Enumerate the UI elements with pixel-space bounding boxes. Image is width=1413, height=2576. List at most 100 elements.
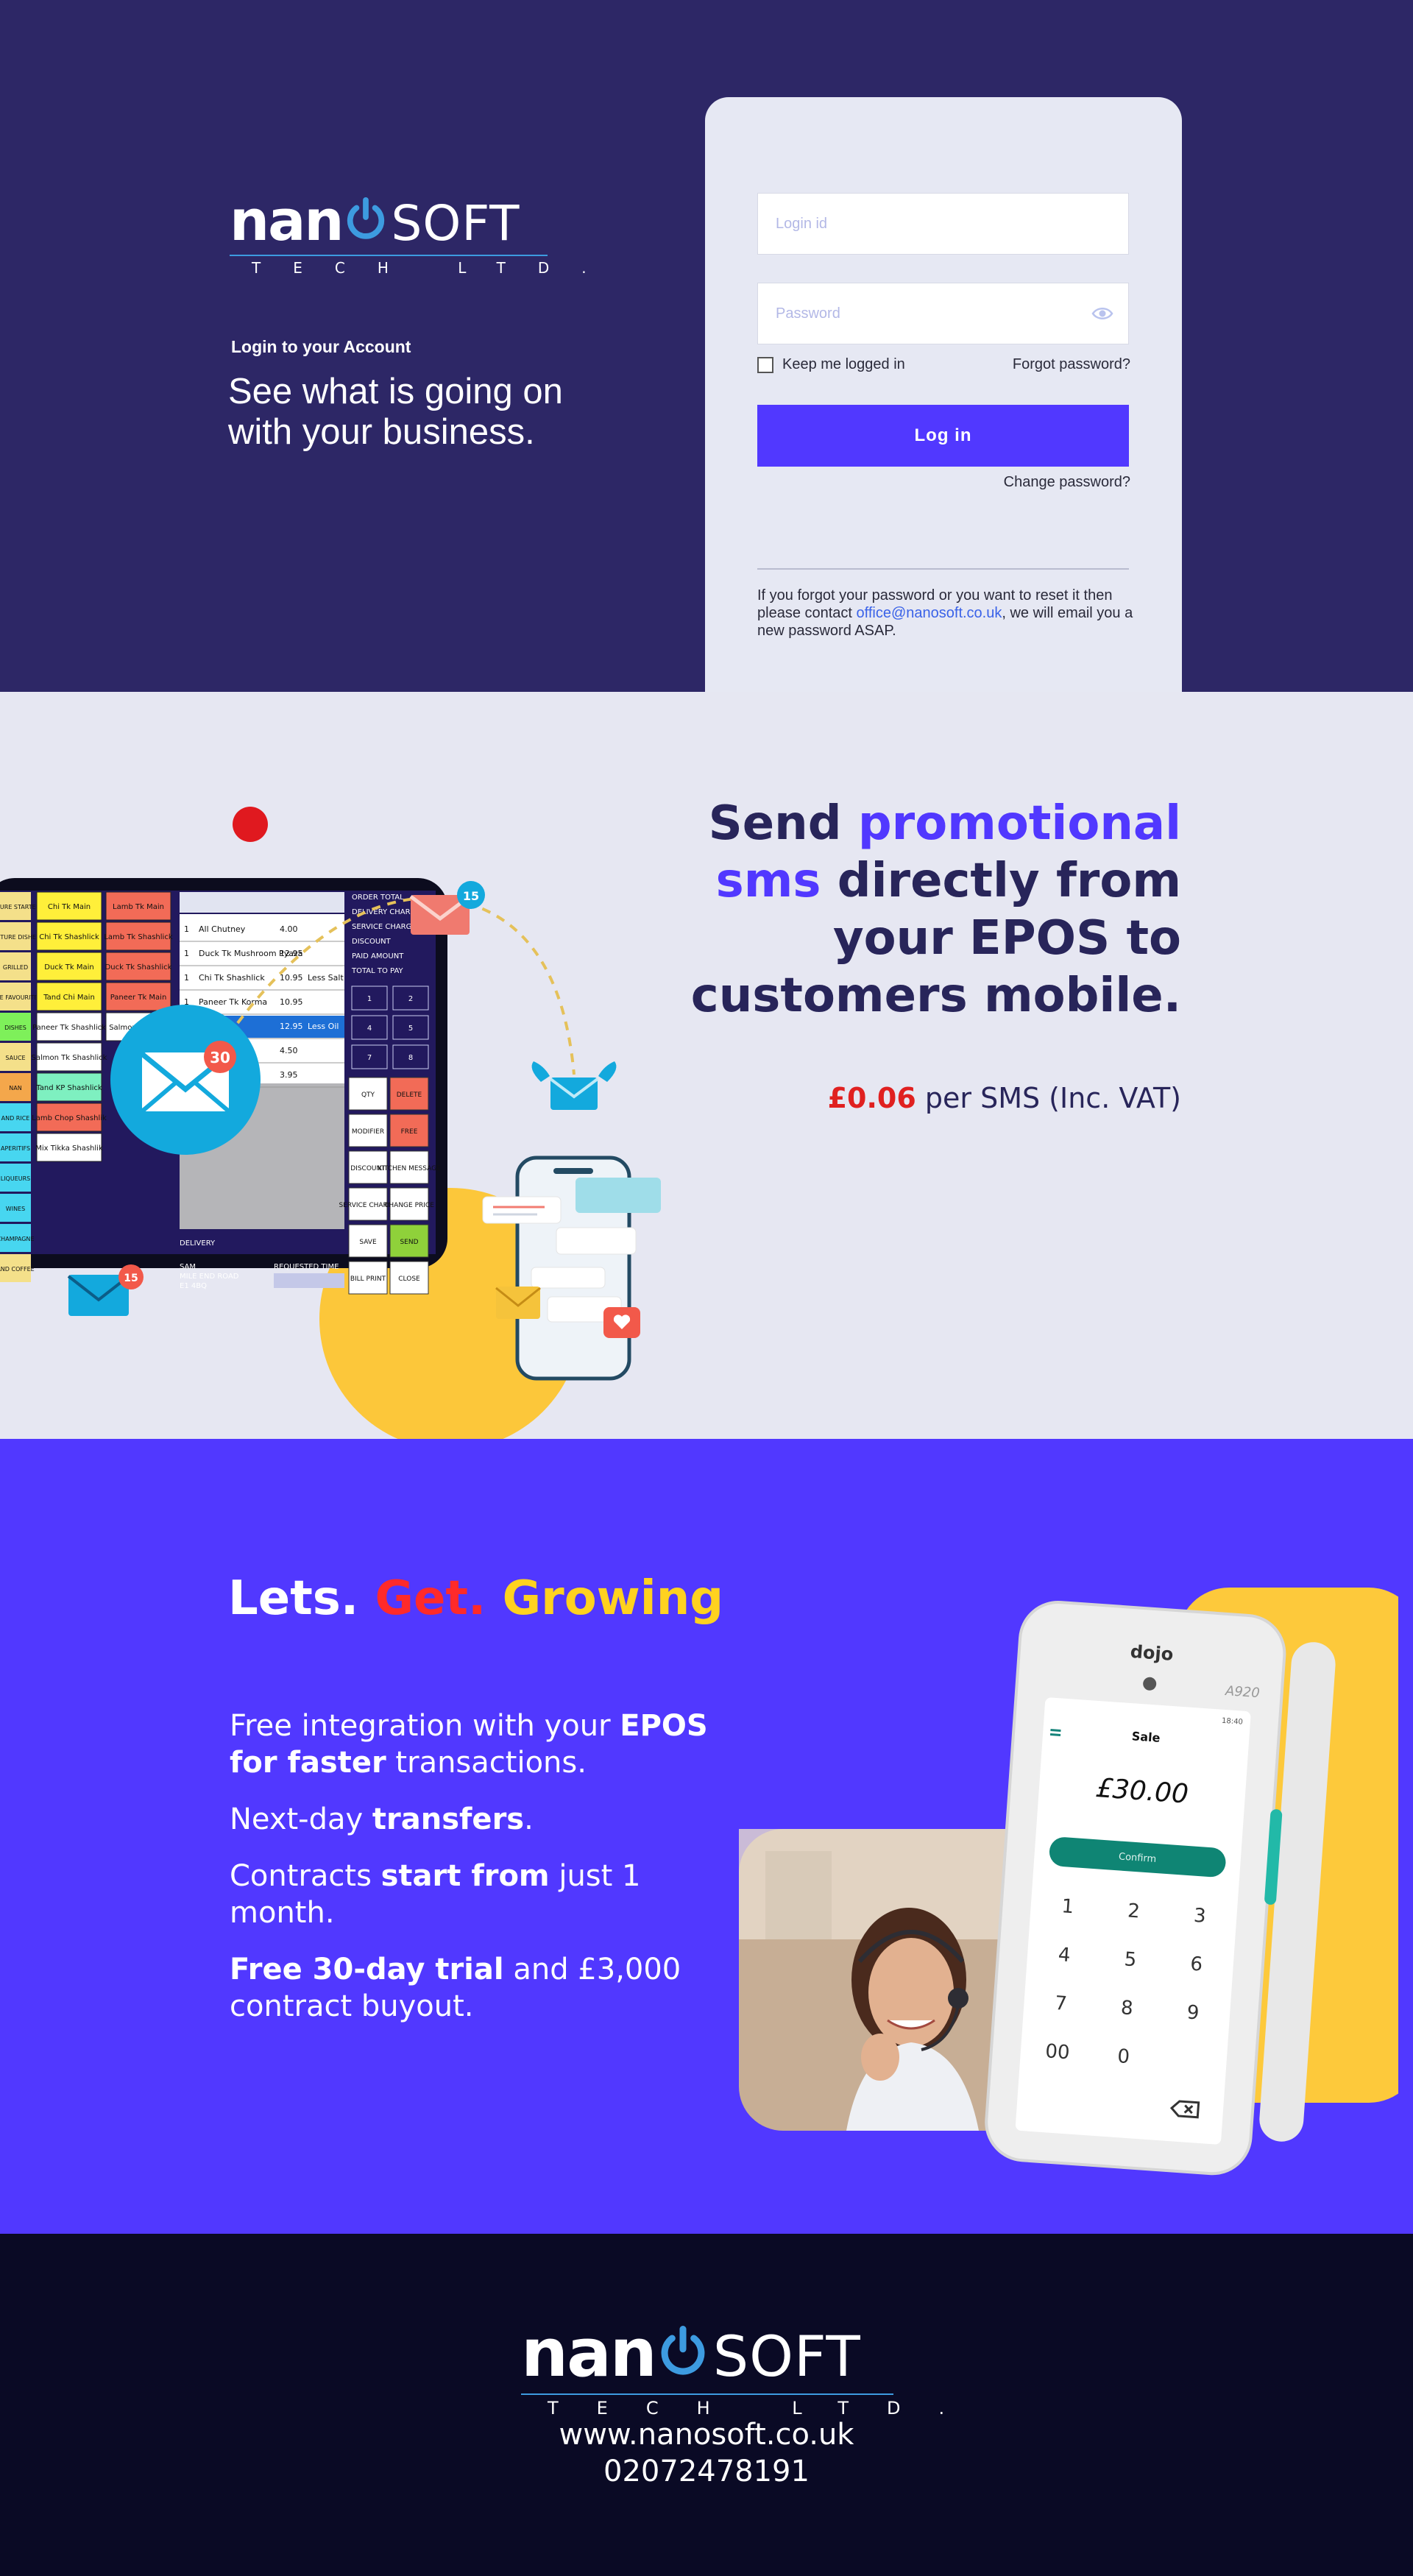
logo-tagline: TECH LTD. xyxy=(252,259,619,277)
login-id-input[interactable] xyxy=(776,215,1085,233)
pos-item-note: Less Oil xyxy=(308,1022,339,1031)
title-get: Get. xyxy=(375,1571,486,1626)
power-icon xyxy=(344,197,387,240)
sms-line4: customers mobile. xyxy=(690,969,1181,1023)
pos-function-label: SAVE xyxy=(359,1239,377,1246)
footer-website[interactable]: www.nanosoft.co.uk xyxy=(0,2418,1413,2452)
login-button[interactable]: Log in xyxy=(757,405,1129,467)
pos-category-label: TIME FAVOURITES xyxy=(0,994,42,1001)
terminal-key: 9 xyxy=(1186,2001,1200,2024)
terminal-status-time: 18:40 xyxy=(1222,1717,1244,1727)
badge-30: 30 xyxy=(210,1049,230,1066)
pos-requested-time: REQUESTED TIME xyxy=(274,1263,339,1271)
change-password-link[interactable]: Change password? xyxy=(1004,474,1130,491)
benefit-1-a: Free integration with your xyxy=(230,1709,620,1743)
pos-menu-item-label: Salmon Tk Shashlick xyxy=(32,1054,107,1062)
pos-item-price: 4.00 xyxy=(280,924,298,934)
benefit-1-c: transactions. xyxy=(386,1746,587,1780)
pos-category-label: AND RICE xyxy=(1,1115,30,1122)
forgot-password-link[interactable]: Forgot password? xyxy=(1013,356,1130,373)
terminal-illustration: dojo A920 18:40 Sale £30.00 Confirm 1 2 34… xyxy=(739,1588,1398,2176)
benefits-list: Free integration with your EPOS for fast… xyxy=(230,1708,745,2045)
terminal-key: 8 xyxy=(1120,1997,1134,2020)
footer-logo-bold: nan xyxy=(521,2315,657,2392)
sms-price: £0.06 per SMS (Inc. VAT) xyxy=(828,1082,1181,1114)
terminal-amount: £30.00 xyxy=(1095,1773,1190,1810)
footer-logo-light: SOFT xyxy=(712,2324,861,2389)
footer-logo-tagline: TECH LTD. xyxy=(548,2398,983,2418)
pos-numpad-label: 8 xyxy=(408,1054,413,1062)
benefit-trial: Free 30-day trial and £3,000 contract bu… xyxy=(230,1951,745,2025)
pos-total-label: PAID AMOUNT xyxy=(352,952,404,960)
footer: nan SOFT TECH LTD. www.nanosoft.co.uk 02… xyxy=(0,2234,1413,2576)
password-field[interactable] xyxy=(757,283,1129,344)
remember-checkbox[interactable] xyxy=(757,356,773,373)
sms-promo-section: FIXTURE STARTERSChi Tk MainLamb Tk MainF… xyxy=(0,692,1413,1439)
remember-label: Keep me logged in xyxy=(782,356,905,372)
terminal-key: 6 xyxy=(1189,1953,1203,1976)
sms-line2-b: directly from xyxy=(821,854,1181,908)
badge-15-bottom: 15 xyxy=(124,1273,138,1284)
pos-delivery-name: SAM xyxy=(180,1263,196,1271)
pos-category-label: DISHES xyxy=(4,1025,26,1031)
pos-menu-item-label: Lamb Chop Shashlik xyxy=(32,1114,107,1122)
pos-category-label: GRILLED xyxy=(3,964,28,971)
benefit-3-b: start from xyxy=(380,1859,550,1893)
benefit-transfers: Next-day transfers. xyxy=(230,1801,745,1838)
terminal-key: 00 xyxy=(1044,2040,1070,2064)
pos-menu-item-label: Lamb Tk Main xyxy=(113,903,164,911)
pos-function-label: SEND xyxy=(400,1239,418,1246)
pos-function-label: DELETE xyxy=(397,1091,422,1099)
login-id-field[interactable] xyxy=(757,193,1129,255)
pos-category-label: WINES xyxy=(6,1206,25,1212)
footer-phone[interactable]: 02072478191 xyxy=(0,2455,1413,2488)
pos-item-qty: 1 xyxy=(184,924,189,934)
benefit-3-a: Contracts xyxy=(230,1859,381,1893)
help-text: If you forgot your password or you want … xyxy=(757,587,1136,640)
benefit-2-c: . xyxy=(524,1802,534,1836)
footer-logo-underline xyxy=(521,2393,893,2395)
sms-headline: Send promotional sms directly from your … xyxy=(622,795,1181,1025)
password-input[interactable] xyxy=(776,305,1085,322)
title-growing: Growing xyxy=(502,1571,724,1626)
envelope-bubble-icon: 30 xyxy=(110,1005,261,1155)
terminal-key: 0 xyxy=(1116,2045,1130,2068)
title-dot: . xyxy=(340,1571,359,1626)
terminal-screen-title: Sale xyxy=(1131,1729,1161,1745)
pos-menu-item-label: Tand Chi Main xyxy=(43,994,95,1002)
footer-logo: nan SOFT TECH LTD. xyxy=(521,2315,982,2418)
pos-total-label: ORDER TOTAL xyxy=(352,894,404,902)
flying-envelope-icon xyxy=(531,1061,617,1110)
pos-function-label: QTY xyxy=(361,1091,375,1099)
pos-category-label: CHAMPAGNE xyxy=(0,1236,34,1242)
sms-line3-b: EPOS to xyxy=(969,911,1181,966)
remember-me[interactable]: Keep me logged in xyxy=(757,356,905,373)
logo-underline xyxy=(230,255,548,256)
eye-icon[interactable] xyxy=(1091,305,1113,322)
sms-price-amount: £0.06 xyxy=(827,1082,916,1114)
sms-price-text: per SMS (Inc. VAT) xyxy=(916,1082,1181,1114)
pos-menu-item-label: Paneer Tk Shashlick xyxy=(32,1024,106,1032)
pos-menu-item-label: Lamb Tk Shashlick xyxy=(104,933,172,941)
red-dot xyxy=(233,807,268,842)
pos-menu-item-label: Paneer Tk Main xyxy=(110,994,167,1002)
pos-menu-item-label: Chi Tk Main xyxy=(48,903,91,911)
pos-menu-item-label: Mix Tikka Shashlik xyxy=(35,1144,103,1153)
sms-line2-a: sms xyxy=(715,854,821,908)
help-email-link[interactable]: office@nanosoft.co.uk xyxy=(857,605,1002,621)
login-card: Keep me logged in Forgot password? Log i… xyxy=(705,97,1182,692)
sms-line1-b: promotional xyxy=(857,796,1181,851)
pos-item-price: 4.50 xyxy=(280,1046,298,1055)
envelope-bottom-icon: 15 xyxy=(67,1264,144,1316)
title-lets: Lets xyxy=(228,1571,341,1626)
login-kicker: Login to your Account xyxy=(231,337,411,356)
pos-numpad-label: 2 xyxy=(408,995,413,1003)
nanosoft-logo: nan SOFT TECH LTD. xyxy=(230,188,619,277)
pos-category-label: APERITIFS xyxy=(1,1145,30,1152)
pos-function-label: KITCHEN MESSAGE xyxy=(378,1165,441,1172)
pos-function-label: BILL PRINT xyxy=(350,1275,386,1283)
pos-menu-item-label: Duck Tk Shashlick xyxy=(105,963,172,972)
pos-total-label: SERVICE CHARGE xyxy=(352,923,417,931)
pos-delivery-addr2: E1 4BQ xyxy=(180,1282,207,1290)
login-hero: nan SOFT TECH LTD. Login to your Account… xyxy=(0,0,1413,692)
